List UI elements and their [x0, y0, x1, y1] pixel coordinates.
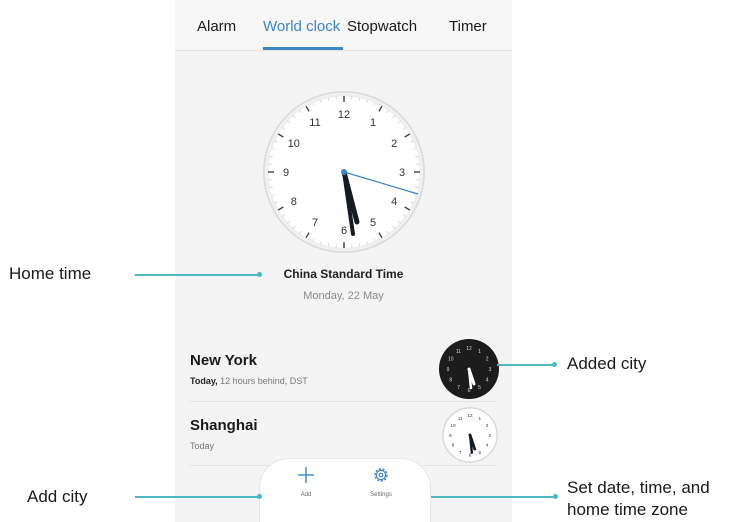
mini-clock-numeral: 10 [448, 357, 454, 363]
callout-dot-add-city [257, 494, 262, 499]
mini-clock-numeral: 9 [449, 433, 452, 438]
clock-app-screen: Alarm World clock Stopwatch Timer 12 1 2 3 4… [175, 0, 512, 522]
add-label: Add [300, 492, 312, 498]
city-subtitle-offset: Today [190, 441, 215, 451]
tab-world-clock[interactable]: World clock [263, 18, 340, 35]
callout-dot-set-date [553, 494, 558, 499]
callout-home-time: Home time [9, 264, 92, 283]
mini-clock-numeral: 3 [489, 367, 492, 373]
city-name: New York [190, 352, 257, 369]
clock-numeral: 11 [309, 117, 320, 129]
city-subtitle: Today [190, 441, 214, 451]
clock-numeral: 7 [312, 217, 318, 229]
mini-clock-numeral: 10 [450, 423, 456, 428]
home-analog-clock: 12 1 2 3 4 5 6 7 8 9 10 11 [262, 90, 426, 254]
mini-clock-numeral: 7 [459, 450, 462, 455]
home-date: Monday, 22 May [303, 290, 384, 302]
city-divider [190, 401, 497, 402]
home-clock-face: 121234567891011 [263, 91, 425, 253]
clock-numeral: 12 [338, 109, 350, 121]
clock-numeral: 4 [391, 196, 397, 208]
clock-numeral: 10 [288, 138, 300, 150]
new-york-mini-clock: 12 1 2 3 4 5 6 7 8 9 10 11 [438, 338, 500, 400]
callout-line-added-city [497, 364, 554, 366]
callout-added-city: Added city [567, 354, 647, 373]
gear-icon [374, 468, 388, 482]
mini-clock-numeral: 1 [479, 416, 482, 421]
tab-stopwatch[interactable]: Stopwatch [347, 18, 417, 35]
add-city-button[interactable]: Add [281, 465, 331, 498]
mini-clock-numeral: 11 [458, 416, 463, 421]
callout-line-home-time [135, 274, 259, 276]
clock-numeral: 6 [341, 225, 347, 237]
mini-clock-numeral: 4 [486, 378, 489, 384]
city-subtitle-offset: 12 hours behind, DST [217, 376, 308, 386]
callout-dot-added-city [552, 362, 557, 367]
mini-clock-numeral: 3 [488, 433, 491, 438]
tab-bar: Alarm World clock Stopwatch Timer [175, 0, 512, 51]
clock-center [341, 169, 347, 175]
mini-clock-numeral: 2 [486, 357, 489, 363]
mini-clock-numeral: 7 [457, 385, 460, 391]
city-subtitle-day: Today, [190, 376, 218, 386]
settings-label: Settings [370, 492, 392, 498]
callout-line-add-city [135, 496, 259, 498]
bottom-action-bar: Add Settings [259, 458, 431, 522]
mini-clock-numeral: 8 [449, 378, 452, 384]
callout-line-set-date [431, 496, 555, 498]
city-subtitle: Today, 12 hours behind, DST [190, 376, 308, 386]
mini-clock-numeral: 2 [486, 423, 489, 428]
mini-clock-numeral: 5 [479, 450, 482, 455]
clock-numeral: 2 [391, 138, 397, 150]
callout-dot-home-time [257, 272, 262, 277]
mini-clock-numeral: 8 [452, 443, 455, 448]
callout-add-city: Add city [27, 487, 88, 506]
clock-numeral: 3 [399, 167, 405, 179]
tab-timer[interactable]: Timer [449, 18, 487, 35]
mini-clock-numeral: 4 [486, 443, 489, 448]
mini-clock-numeral: 5 [478, 385, 481, 391]
clock-numeral: 5 [370, 217, 376, 229]
clock-numeral: 1 [370, 117, 376, 129]
mini-clock-numeral: 12 [466, 346, 472, 352]
settings-button[interactable]: Settings [356, 465, 406, 498]
tab-active-indicator [263, 47, 343, 50]
callout-set-date-line2: home time zone [567, 500, 688, 519]
plus-icon [298, 467, 314, 483]
callout-set-date-line1: Set date, time, and [567, 478, 710, 497]
clock-numeral: 8 [291, 196, 297, 208]
city-name: Shanghai [190, 417, 258, 434]
mini-clock-numeral: 11 [456, 349, 461, 355]
mini-clock-numeral: 9 [447, 367, 450, 373]
mini-clock-numeral: 1 [478, 349, 481, 355]
shanghai-mini-clock: 12 1 2 3 4 5 6 7 8 9 10 11 [441, 406, 499, 464]
clock-numeral: 9 [283, 167, 289, 179]
tab-alarm[interactable]: Alarm [197, 18, 236, 35]
mini-clock-numeral: 12 [467, 413, 473, 418]
